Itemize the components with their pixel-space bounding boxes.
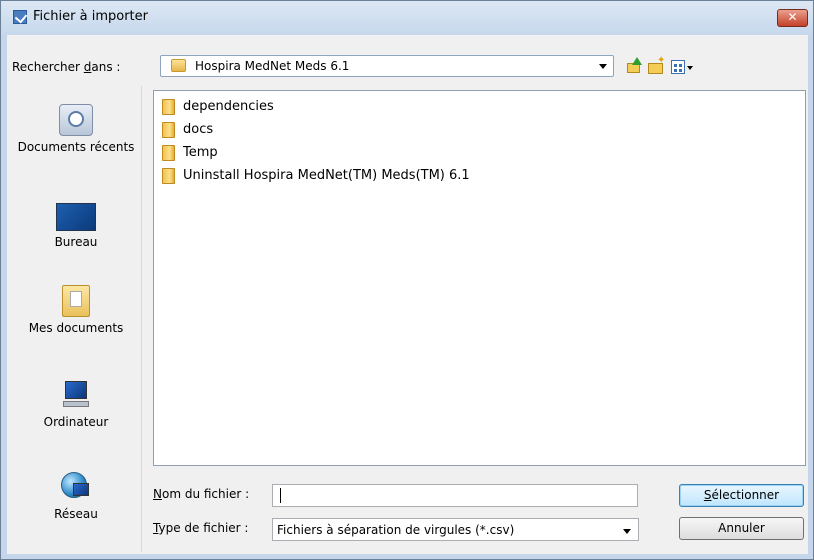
title-bar[interactable]: Fichier à importer ✕ [1, 1, 813, 35]
file-name-label: Nom du fichier : [153, 487, 250, 501]
cancel-button[interactable]: Annuler [679, 517, 804, 540]
up-folder-icon[interactable] [625, 57, 643, 76]
list-item[interactable]: Uninstall Hospira MedNet(TM) Meds(TM) 6.… [162, 165, 470, 187]
file-name-input[interactable] [272, 484, 638, 507]
computer-icon [59, 379, 93, 411]
select-button[interactable]: Sélectionner [679, 484, 804, 507]
places-bar: Documents récents Bureau Mes documents O… [11, 86, 142, 552]
view-menu-icon[interactable] [671, 58, 695, 76]
new-folder-icon[interactable] [647, 55, 665, 76]
folder-icon [171, 59, 186, 72]
file-name: dependencies [183, 99, 274, 114]
chevron-down-icon [599, 64, 607, 69]
list-item[interactable]: dependencies [162, 96, 274, 118]
folder-icon [162, 144, 175, 161]
file-type-label: Type de fichier : [153, 521, 249, 535]
place-recent-documents[interactable]: Documents récents [11, 104, 141, 155]
look-in-label: Rechercher dans : [12, 60, 121, 74]
place-computer[interactable]: Ordinateur [11, 379, 141, 430]
place-desktop[interactable]: Bureau [11, 203, 141, 250]
file-name: docs [183, 122, 214, 137]
desktop-icon [56, 203, 96, 231]
place-network[interactable]: Réseau [11, 471, 141, 522]
folder-icon [162, 98, 175, 115]
list-item[interactable]: Temp [162, 142, 218, 164]
place-label: Bureau [54, 235, 98, 249]
file-type-value: Fichiers à séparation de virgules (*.csv… [277, 523, 515, 537]
recent-documents-icon [59, 104, 93, 136]
my-documents-icon [62, 285, 90, 317]
place-label: Mes documents [28, 321, 124, 335]
folder-icon [162, 167, 175, 184]
file-dialog-window: Fichier à importer ✕ Rechercher dans : H… [0, 0, 814, 560]
place-label: Ordinateur [43, 415, 109, 429]
list-item[interactable]: docs [162, 119, 213, 141]
folder-icon [162, 121, 175, 138]
place-my-documents[interactable]: Mes documents [11, 285, 141, 336]
file-list[interactable]: dependencies docs Temp Uninstall Hospira… [153, 90, 806, 466]
place-label: Documents récents [17, 140, 135, 154]
close-button[interactable]: ✕ [777, 9, 808, 27]
window-title: Fichier à importer [33, 9, 148, 24]
chevron-down-icon [623, 529, 631, 534]
dialog-body: Rechercher dans : Hospira MedNet Meds 6.… [7, 35, 808, 554]
look-in-value: Hospira MedNet Meds 6.1 [195, 59, 350, 73]
file-name: Uninstall Hospira MedNet(TM) Meds(TM) 6.… [183, 168, 470, 183]
app-icon [13, 10, 27, 24]
file-type-dropdown[interactable]: Fichiers à séparation de virgules (*.csv… [272, 518, 639, 541]
place-label: Réseau [54, 507, 98, 521]
file-name: Temp [183, 145, 218, 160]
look-in-dropdown[interactable]: Hospira MedNet Meds 6.1 [160, 55, 614, 77]
text-caret [280, 488, 281, 503]
network-icon [59, 471, 93, 503]
